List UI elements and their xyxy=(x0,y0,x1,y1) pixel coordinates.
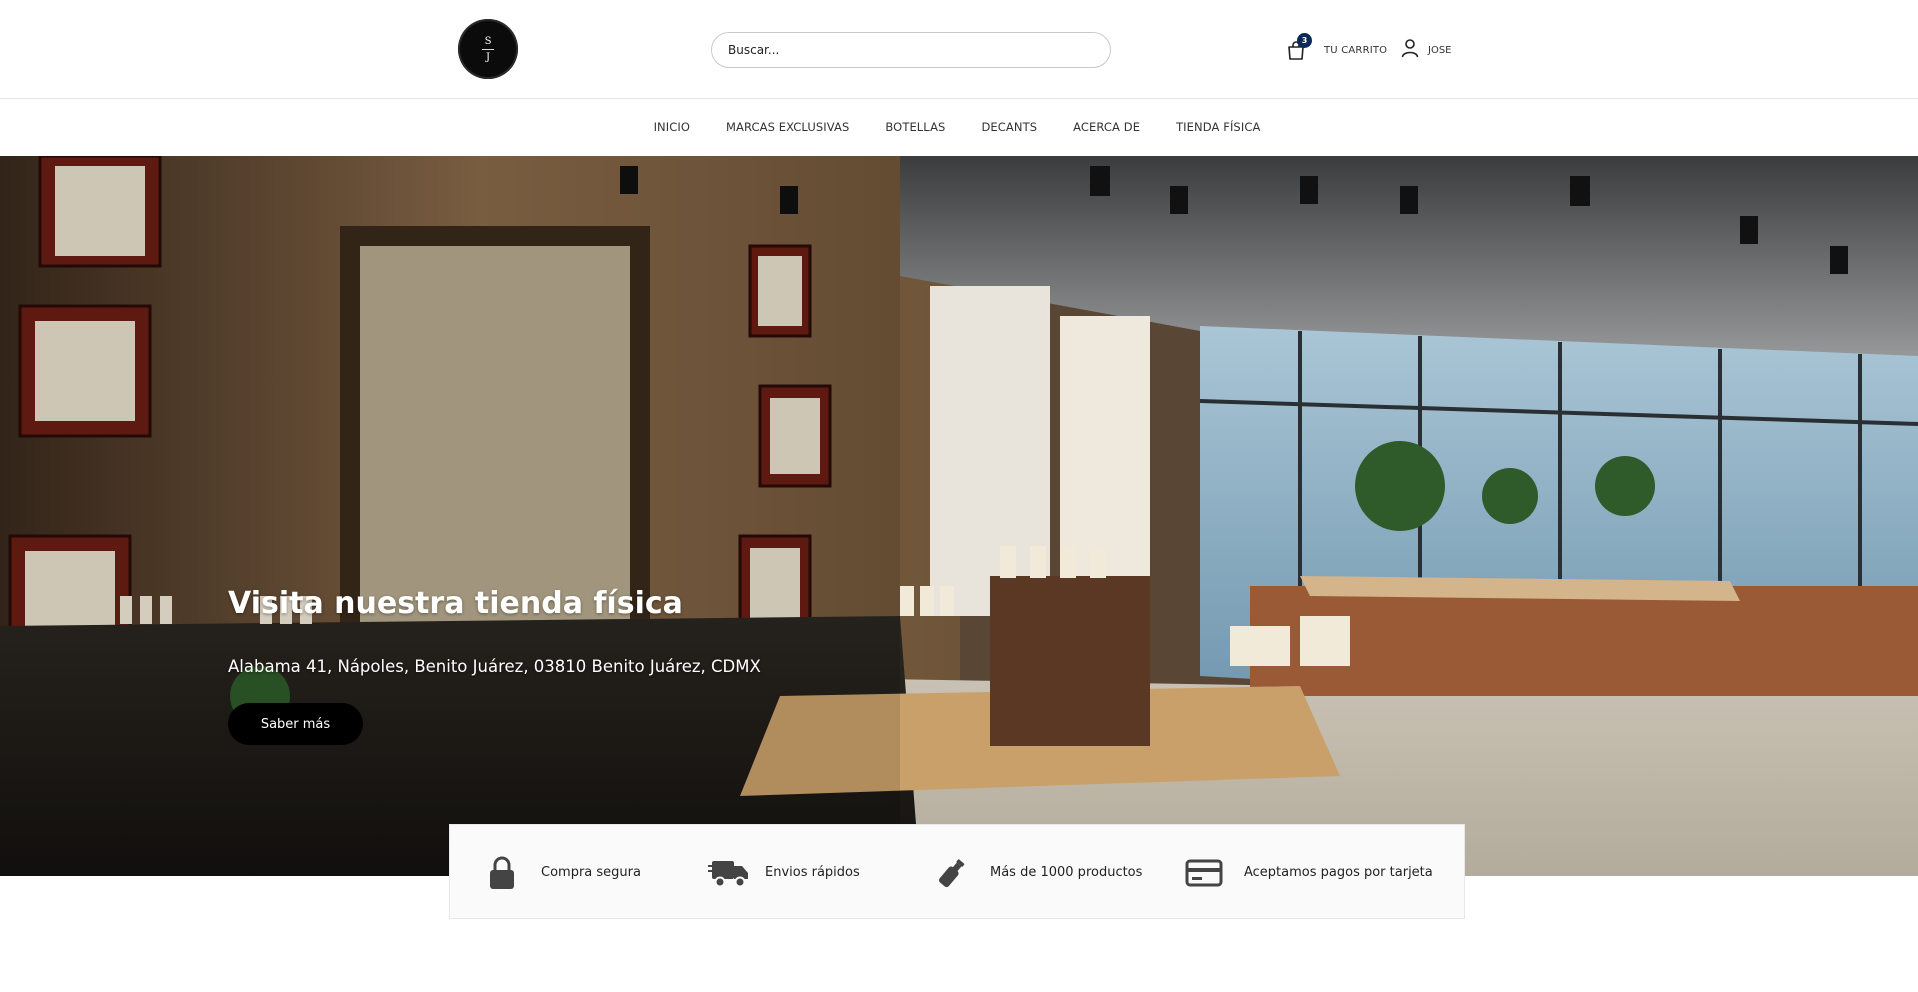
logo-letter-bottom: J xyxy=(485,51,490,63)
nav-item-botellas[interactable]: BOTELLAS xyxy=(867,120,963,134)
perfume-bottle-icon xyxy=(934,855,970,891)
nav-item-tienda-fisica[interactable]: TIENDA FÍSICA xyxy=(1158,120,1278,134)
logo-divider xyxy=(482,48,494,50)
search-input[interactable] xyxy=(711,32,1111,68)
logo-letter-top: S xyxy=(484,35,492,47)
hero-address: Alabama 41, Nápoles, Benito Juárez, 0381… xyxy=(228,657,761,676)
lock-icon xyxy=(484,855,520,891)
feature-envios-rapidos: Envios rápidos xyxy=(708,825,860,920)
user-icon xyxy=(1401,38,1419,62)
user-account-button[interactable]: JOSE xyxy=(1401,38,1452,62)
saber-mas-button[interactable]: Saber más xyxy=(228,703,363,745)
store-interior-photo xyxy=(0,156,1918,876)
cart-count-badge: 3 xyxy=(1297,33,1312,48)
shopping-bag-icon: 3 xyxy=(1285,33,1312,61)
feature-compra-segura: Compra segura xyxy=(484,825,641,920)
cart-label: TU CARRITO xyxy=(1324,44,1388,56)
feature-text: Compra segura xyxy=(541,865,641,880)
feature-mas-de-1000-productos: Más de 1000 productos xyxy=(934,825,1142,920)
feature-text: Envios rápidos xyxy=(765,865,860,880)
site-logo[interactable]: S J xyxy=(458,19,518,79)
feature-text: Aceptamos pagos por tarjeta xyxy=(1244,865,1433,880)
nav-item-acerca-de[interactable]: ACERCA DE xyxy=(1055,120,1158,134)
cart-button[interactable]: 3 TU CARRITO xyxy=(1285,33,1388,66)
hero-title: Visita nuestra tienda física xyxy=(228,586,683,621)
user-name-label: JOSE xyxy=(1428,44,1452,56)
site-header: S J 3 TU CARRITO JOSE xyxy=(0,0,1918,99)
main-nav: INICIO MARCAS EXCLUSIVAS BOTELLAS DECANT… xyxy=(0,99,1918,155)
feature-pagos-tarjeta: Aceptamos pagos por tarjeta xyxy=(1184,825,1433,920)
nav-item-inicio[interactable]: INICIO xyxy=(636,120,708,134)
truck-icon xyxy=(708,855,750,891)
credit-card-icon xyxy=(1184,855,1224,891)
nav-item-marcas-exclusivas[interactable]: MARCAS EXCLUSIVAS xyxy=(708,120,867,134)
features-bar: Compra segura Envios rápidos Más de 1000… xyxy=(449,824,1465,919)
feature-text: Más de 1000 productos xyxy=(990,865,1143,880)
nav-item-decants[interactable]: DECANTS xyxy=(963,120,1055,134)
hero-banner: Visita nuestra tienda física Alabama 41,… xyxy=(0,156,1918,876)
